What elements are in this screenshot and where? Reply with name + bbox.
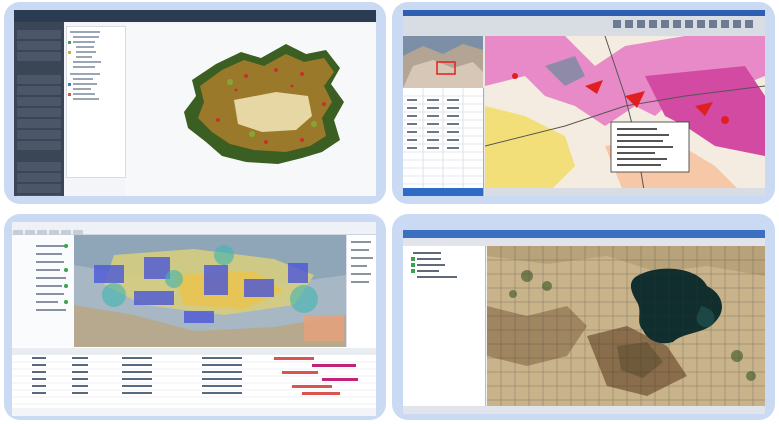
density-map-canvas[interactable] <box>74 235 346 347</box>
layer-list-panel[interactable] <box>12 235 75 347</box>
panel-top-right <box>392 2 775 204</box>
layer-tree-panel[interactable] <box>66 26 126 178</box>
overview-map[interactable] <box>403 36 483 88</box>
window-title-bar <box>403 230 765 238</box>
toolbar <box>403 238 765 252</box>
sidebar-item[interactable] <box>17 75 61 84</box>
sidebar-item[interactable] <box>17 195 61 196</box>
sidebar-nav <box>14 22 64 196</box>
sidebar-item[interactable] <box>17 119 61 128</box>
toolbar <box>403 16 765 36</box>
result-table[interactable] <box>12 348 376 416</box>
region-map-canvas[interactable] <box>126 24 376 196</box>
sidebar-item[interactable] <box>17 162 61 171</box>
sidebar-item[interactable] <box>17 141 61 150</box>
panel-bottom-left <box>4 214 386 420</box>
layer-tree-items <box>68 31 101 100</box>
legend-panel <box>346 235 376 347</box>
sidebar-item[interactable] <box>17 30 61 39</box>
sidebar-item[interactable] <box>17 108 61 117</box>
screenshot-desktop-gis-lake-image <box>403 230 765 414</box>
sidebar-item[interactable] <box>17 173 61 182</box>
sidebar-item[interactable] <box>17 130 61 139</box>
sidebar-item[interactable] <box>17 41 61 50</box>
sidebar-item[interactable] <box>17 184 61 193</box>
geology-map-canvas[interactable] <box>485 36 765 196</box>
sidebar-item[interactable] <box>17 86 61 95</box>
layer-tree-panel[interactable] <box>403 246 486 406</box>
screenshot-desktop-gis-geology-map <box>403 10 765 196</box>
attribute-table[interactable] <box>403 88 484 196</box>
status-bar <box>403 406 765 414</box>
satellite-image-canvas[interactable] <box>487 246 765 406</box>
panel-bottom-right <box>392 214 775 420</box>
screenshot-web-gis-region-map <box>14 10 376 196</box>
app-header-bar <box>14 10 376 22</box>
app-toolbar <box>12 222 376 236</box>
panel-top-left <box>4 2 386 204</box>
sidebar-item[interactable] <box>17 52 61 61</box>
sidebar-item[interactable] <box>17 97 61 106</box>
screenshot-web-gis-density-map <box>12 222 376 416</box>
